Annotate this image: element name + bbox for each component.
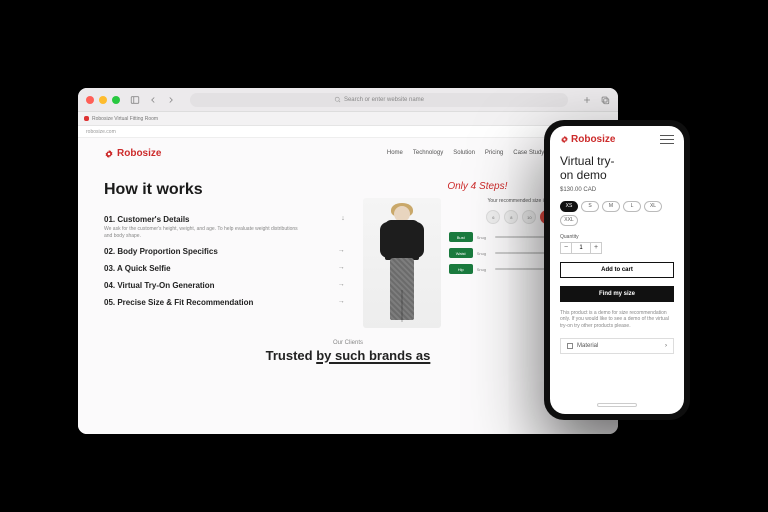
menu-icon[interactable] [660,135,674,145]
phone-screen: Robosize Virtual try-on demo $130.00 CAD… [550,126,684,414]
tab-bar: Robosize Virtual Fitting Room [78,112,618,126]
maximize-icon[interactable] [112,96,120,104]
search-icon [334,96,341,103]
slider-min: Snug [477,251,491,256]
tab-favicon [84,116,89,121]
nav-home[interactable]: Home [387,150,403,156]
product-title: Virtual try-on demo [560,155,674,183]
how-it-works-section: How it works 01. Customer's Details We a… [104,181,345,328]
size-options: XS S M L XL XXL [560,201,674,226]
brand-text: Robosize [117,148,161,159]
clients-heading: Trusted by such brands as [104,348,592,363]
qty-value: 1 [572,242,590,254]
step-4[interactable]: 04. Virtual Try-On Generation → [104,277,345,294]
model-image [363,198,441,328]
step-5[interactable]: 05. Precise Size & Fit Recommendation → [104,294,345,311]
step-title: 03. A Quick Selfie [104,264,345,273]
minimize-icon[interactable] [99,96,107,104]
slider-label: Waist [449,248,473,258]
tab-title[interactable]: Robosize Virtual Fitting Room [92,116,158,122]
material-accordion[interactable]: Material › [560,338,674,354]
phone-mockup: Robosize Virtual try-on demo $130.00 CAD… [544,120,690,420]
address-bar[interactable]: Search or enter website name [190,93,568,107]
size-pill-selected[interactable]: XS [560,201,578,212]
size-option[interactable]: 10 [522,210,536,224]
new-tab-icon[interactable] [582,95,592,105]
close-icon[interactable] [86,96,94,104]
how-heading: How it works [104,181,345,199]
sidebar-toggle-icon[interactable] [130,95,140,105]
qty-increment-button[interactable]: + [590,242,602,254]
step-title: 01. Customer's Details [104,215,345,224]
clients-section: Our Clients Trusted by such brands as [104,340,592,363]
nav-solution[interactable]: Solution [453,150,475,156]
forward-icon[interactable] [166,95,176,105]
address-placeholder: Search or enter website name [344,97,424,103]
window-controls[interactable] [86,96,120,104]
arrow-right-icon: → [338,247,345,254]
slider-min: Snug [477,235,491,240]
tabs-overview-icon[interactable] [600,95,610,105]
slider-min: Snug [477,267,491,272]
step-2[interactable]: 02. Body Proportion Specifics → [104,243,345,260]
phone-brand-text: Robosize [571,134,615,145]
nav-pricing[interactable]: Pricing [485,150,503,156]
size-pill[interactable]: L [623,201,641,212]
desktop-browser-window: Search or enter website name Robosize Vi… [78,88,618,434]
nav-technology[interactable]: Technology [413,150,443,156]
arrow-right-icon: → [338,298,345,305]
step-title: 05. Precise Size & Fit Recommendation [104,298,345,307]
url-bar[interactable]: robosize.com [78,126,618,138]
size-option[interactable]: 6 [486,210,500,224]
clients-label: Our Clients [104,340,592,346]
box-icon [567,343,573,349]
home-indicator[interactable] [597,403,637,407]
size-pill[interactable]: M [602,201,620,212]
chevron-down-icon: ↓ [341,215,345,222]
arrow-right-icon: → [338,264,345,271]
product-price: $130.00 CAD [560,187,674,193]
step-subtitle: We ask for the customer's height, weight… [104,226,304,239]
step-3[interactable]: 03. A Quick Selfie → [104,260,345,277]
nav-case-study[interactable]: Case Study [513,150,544,156]
quantity-stepper: − 1 + [560,242,674,254]
url-text: robosize.com [86,129,116,135]
back-icon[interactable] [148,95,158,105]
step-1[interactable]: 01. Customer's Details We ask for the cu… [104,211,345,243]
page-content: Robosize Home Technology Solution Pricin… [78,138,618,434]
slider-label: Hip [449,264,473,274]
size-pill[interactable]: S [581,201,599,212]
size-option[interactable]: 8 [504,210,518,224]
slider-label: Bust [449,232,473,242]
size-pill[interactable]: XL [644,201,662,212]
add-to-cart-button[interactable]: Add to cart [560,262,674,278]
step-title: 02. Body Proportion Specifics [104,247,345,256]
step-title: 04. Virtual Try-On Generation [104,281,345,290]
phone-logo[interactable]: Robosize [560,134,615,145]
browser-chrome: Search or enter website name [78,88,618,112]
qty-decrement-button[interactable]: − [560,242,572,254]
gear-icon [104,149,114,159]
size-pill[interactable]: XXL [560,215,578,226]
phone-home-bar [550,396,684,414]
arrow-right-icon: → [338,281,345,288]
find-my-size-button[interactable]: Find my size [560,286,674,302]
quantity-label: Quantity [560,234,674,240]
gear-icon [560,135,569,144]
chevron-right-icon: › [665,343,667,349]
product-description: This product is a demo for size recommen… [560,310,674,330]
